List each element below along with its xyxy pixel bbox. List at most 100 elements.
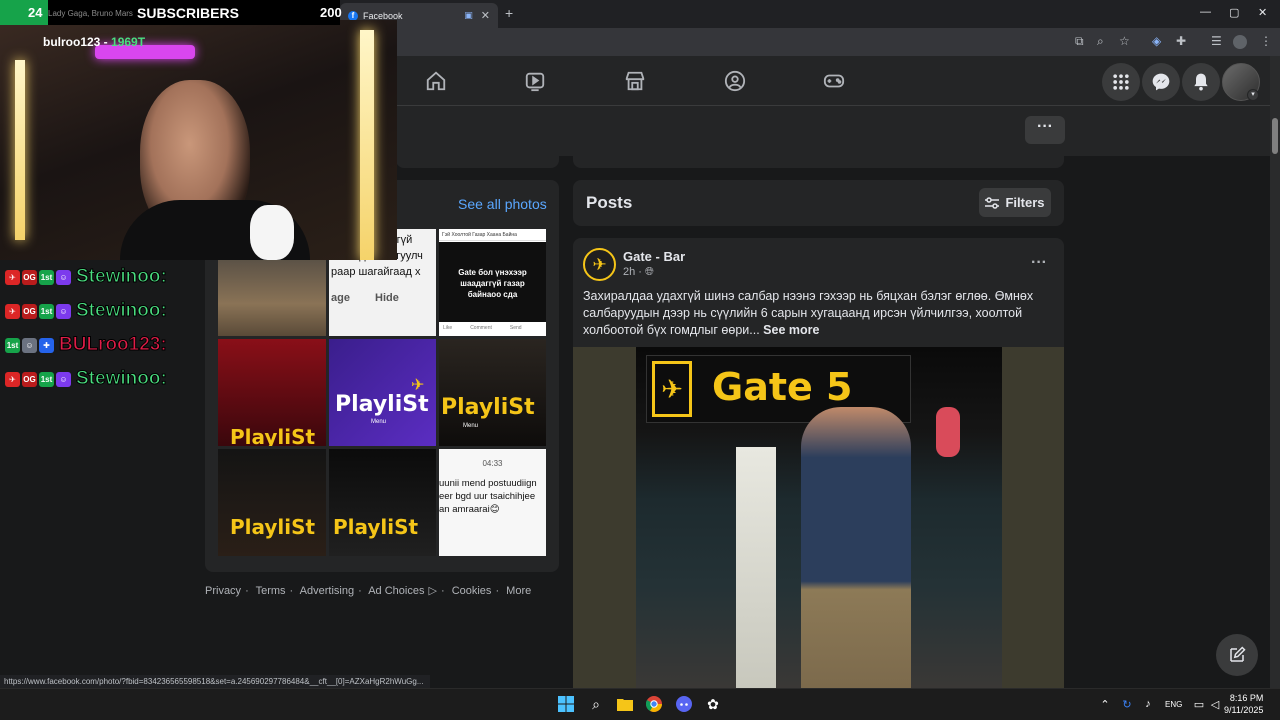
photo-thumbnail[interactable]: PlayliSt	[329, 449, 436, 556]
see-more-link[interactable]: See more	[763, 323, 819, 337]
post-body: Захиралдаа удахгүй шинэ салбар нээнэ гэх…	[583, 288, 1048, 339]
extension-icon[interactable]: ◈	[1152, 34, 1161, 48]
page-scrollbar-thumb[interactable]	[1272, 118, 1278, 154]
input-language[interactable]: ENG	[1165, 700, 1182, 709]
og-badge-icon: OG	[22, 269, 37, 285]
tray-sync-icon[interactable]: ↻	[1118, 695, 1136, 713]
filters-button[interactable]: Filters	[979, 188, 1051, 217]
tray-expand-icon[interactable]: ⌃	[1096, 695, 1114, 713]
playlist-logo-text: PlayliSt	[230, 515, 316, 539]
first-badge-icon: 1st	[39, 303, 54, 319]
reading-list-icon[interactable]: ☰	[1211, 34, 1222, 48]
file-explorer-icon[interactable]	[616, 695, 634, 713]
photo-text-line: раар шагайгаад х	[331, 266, 421, 278]
search-icon[interactable]: ⌕	[587, 695, 605, 713]
footer-separator: ·	[358, 585, 362, 597]
post-image[interactable]: ✈ Gate 5	[573, 347, 1064, 688]
nav-marketplace-icon[interactable]	[617, 66, 653, 96]
zoom-icon[interactable]: ⌕	[1097, 34, 1104, 49]
og-badge-icon: OG	[22, 371, 37, 387]
close-window-button[interactable]: ✕	[1258, 6, 1267, 19]
webcam-username-number: 1969T	[111, 35, 146, 49]
notifications-bell-icon[interactable]	[1182, 63, 1220, 101]
photo-post-action: Like	[443, 325, 453, 331]
photo-thumbnail[interactable]: PlayliSt	[218, 449, 326, 556]
see-all-photos-link[interactable]: See all photos	[458, 196, 547, 212]
microphone-icon[interactable]: ♪	[1139, 695, 1157, 713]
first-badge-icon: 1st	[39, 371, 54, 387]
photo-post-text: Gate бол үнэхээр шаадаггүй газар байнаоо…	[439, 242, 546, 322]
volume-icon[interactable]: ◁	[1206, 695, 1224, 713]
photo-thumbnail[interactable]: PlayliSt Menu ✈	[329, 339, 436, 446]
page-avatar[interactable]: ✈	[583, 248, 616, 281]
messenger-icon[interactable]	[1142, 63, 1180, 101]
nav-home-icon[interactable]	[418, 66, 454, 96]
minimize-button[interactable]: —	[1200, 6, 1211, 18]
chrome-icon[interactable]	[645, 695, 663, 713]
footer-advertising-link[interactable]: Advertising	[300, 585, 354, 597]
chat-screenshot-text: uunii mend postuudiign eer bgd uur tsaic…	[439, 478, 537, 515]
chat-username: Stewinoo:	[76, 300, 168, 322]
cast-icon[interactable]: ⧉	[1075, 34, 1084, 49]
nav-gaming-icon[interactable]	[816, 66, 852, 96]
first-badge-icon: 1st	[5, 337, 20, 353]
profile-more-button[interactable]: ···	[1025, 116, 1065, 144]
tab-close-icon[interactable]: ✕	[481, 9, 490, 22]
chat-username: BULroo123:	[59, 334, 168, 356]
puzzle-icon[interactable]: ✚	[1176, 34, 1186, 48]
footer-more-link[interactable]: More	[506, 585, 531, 597]
post-author-link[interactable]: Gate - Bar	[623, 249, 685, 264]
post-time-text: 2h ·	[623, 266, 642, 278]
photo-thumbnail[interactable]: PlayliSt Menu	[439, 339, 546, 446]
filters-label: Filters	[1005, 195, 1045, 210]
footer-ad-choices-link[interactable]: Ad Choices	[368, 585, 424, 597]
nav-groups-icon[interactable]	[717, 66, 753, 96]
post-timestamp[interactable]: 2h · 🌐︎	[623, 266, 654, 279]
intro-card-bottom	[396, 150, 559, 168]
start-icon[interactable]	[557, 695, 575, 713]
browser-menu-icon[interactable]: ⋮	[1260, 34, 1272, 48]
subscriber-goal: 200	[320, 5, 342, 20]
photo-thumbnail[interactable]: Гэй Хоолтой Газар Хаана Байна Gate бол ү…	[439, 229, 546, 336]
photo-post-action: Send	[509, 325, 522, 331]
photo-thumbnail[interactable]: 04:33 uunii mend postuudiign eer bgd uur…	[439, 449, 546, 556]
chat-screenshot-time: 04:33	[482, 459, 503, 468]
composer-card-bottom	[573, 150, 1064, 168]
footer-separator: ·	[495, 585, 500, 597]
account-chevron-down-icon[interactable]: ▾	[1247, 89, 1259, 101]
footer-separator: ·	[245, 585, 249, 597]
new-message-button[interactable]	[1216, 634, 1258, 676]
webcam-username-text: bulroo123 -	[43, 35, 108, 49]
maximize-button[interactable]: ▢	[1229, 6, 1239, 19]
chat-line: ✈ OG 1st ☺ Stewinoo:	[5, 368, 167, 390]
playlist-logo-text: PlayliSt	[333, 515, 419, 539]
footer-privacy-link[interactable]: Privacy	[205, 585, 241, 597]
footer-separator: ·	[289, 585, 294, 597]
system-clock[interactable]: 8:16 PM 9/11/2025	[1224, 692, 1263, 716]
app-icon[interactable]: ✿	[704, 695, 722, 713]
chat-line: ✈ OG 1st ☺ Stewinoo:	[5, 266, 167, 288]
nav-video-icon[interactable]	[517, 66, 553, 96]
post-options-icon[interactable]: ···	[1031, 254, 1047, 272]
bookmark-star-icon[interactable]: ☆	[1119, 34, 1130, 48]
clock-date: 9/11/2025	[1224, 705, 1264, 715]
footer-cookies-link[interactable]: Cookies	[452, 585, 492, 597]
photo-thumbnail[interactable]: PlayliSt	[218, 339, 326, 446]
photo-text-action: age	[331, 292, 350, 304]
page-footer: Privacy · Terms · Advertising · Ad Choices ▷…	[205, 584, 535, 597]
streamer-webcam	[0, 20, 397, 260]
filters-icon	[985, 196, 1000, 209]
airplane-icon: ✈	[592, 254, 607, 274]
playlist-sub-text: Menu	[371, 419, 387, 425]
browser-profile-avatar[interactable]	[1233, 35, 1247, 49]
playlist-logo-text: PlayliSt	[335, 392, 429, 417]
footer-separator: ·	[440, 585, 445, 597]
flag-badge-icon: ✚	[39, 337, 54, 353]
footer-terms-link[interactable]: Terms	[256, 585, 286, 597]
menu-grid-icon[interactable]	[1102, 63, 1140, 101]
new-tab-button[interactable]: +	[505, 5, 513, 21]
discord-icon[interactable]	[675, 695, 693, 713]
playlist-logo-text: PlayliSt	[230, 425, 316, 446]
cat-badge-icon: ☺	[56, 269, 71, 285]
tab-media-icon[interactable]: ▣	[464, 10, 473, 21]
